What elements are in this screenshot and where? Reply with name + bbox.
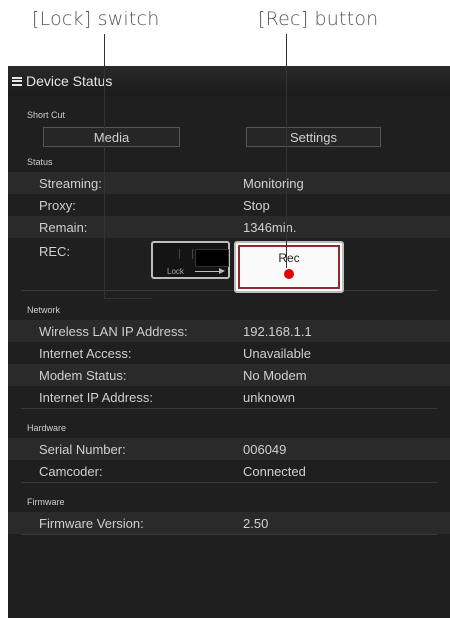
hardware-row-camcoder: Camcoder: Connected xyxy=(8,460,450,482)
row-value: Unavailable xyxy=(243,346,311,361)
row-key: Streaming: xyxy=(39,176,102,191)
row-value: Monitoring xyxy=(243,176,304,191)
status-row-remain: Remain: 1346min. xyxy=(8,216,450,238)
row-key: Firmware Version: xyxy=(39,516,144,531)
status-row-streaming: Streaming: Monitoring xyxy=(8,172,450,194)
section-label-hardware: Hardware xyxy=(27,423,67,433)
lock-grip xyxy=(179,249,193,259)
row-value: Stop xyxy=(243,198,270,213)
row-key: Wireless LAN IP Address: xyxy=(39,324,188,339)
section-label-network: Network xyxy=(27,305,61,315)
row-value: 006049 xyxy=(243,442,287,457)
record-dot-icon xyxy=(284,269,294,279)
status-row-rec: REC: Lock Rec xyxy=(8,238,450,293)
section-label-shortcut: Short Cut xyxy=(27,110,66,120)
leader-line-rec-vertical xyxy=(286,34,287,268)
section-label-firmware: Firmware xyxy=(27,497,65,507)
row-key: Internet IP Address: xyxy=(39,390,153,405)
row-key: Proxy: xyxy=(39,198,76,213)
hardware-row-serial: Serial Number: 006049 xyxy=(8,438,450,460)
row-key: Modem Status: xyxy=(39,368,127,383)
rec-button[interactable]: Rec xyxy=(234,241,344,293)
title-bar: Device Status xyxy=(8,66,450,96)
shortcut-row: Media Settings xyxy=(8,127,450,157)
network-row-internet-ip: Internet IP Address: unknown xyxy=(8,386,450,408)
status-row-proxy: Proxy: Stop xyxy=(8,194,450,216)
row-value: No Modem xyxy=(243,368,307,383)
row-key: Camcoder: xyxy=(39,464,103,479)
page-title: Device Status xyxy=(26,73,113,89)
lock-switch[interactable]: Lock xyxy=(151,241,230,279)
row-key: REC: xyxy=(39,244,71,259)
slide-arrow-icon xyxy=(195,268,225,274)
hamburger-menu-icon[interactable] xyxy=(12,76,22,86)
callout-lock-switch: [Lock] switch xyxy=(32,8,160,30)
row-key: Serial Number: xyxy=(39,442,126,457)
row-value: unknown xyxy=(243,390,296,405)
row-value: 192.168.1.1 xyxy=(243,324,312,339)
media-button[interactable]: Media xyxy=(43,127,180,147)
lock-label: Lock xyxy=(167,267,184,276)
network-row-wlan-ip: Wireless LAN IP Address: 192.168.1.1 xyxy=(8,320,450,342)
section-label-status: Status xyxy=(27,157,53,167)
rec-button-label: Rec xyxy=(278,251,300,265)
row-key: Remain: xyxy=(39,220,88,235)
network-row-modem-status: Modem Status: No Modem xyxy=(8,364,450,386)
row-value: Connected xyxy=(243,464,306,479)
callout-rec-button: [Rec] button xyxy=(258,8,379,30)
row-key: Internet Access: xyxy=(39,346,132,361)
firmware-row-version: Firmware Version: 2.50 xyxy=(8,512,450,534)
leader-line-lock-horizontal xyxy=(104,298,152,299)
row-value: 2.50 xyxy=(243,516,269,531)
device-status-panel: Device Status Short Cut Media Settings S… xyxy=(8,66,450,618)
lock-slider-track xyxy=(195,249,229,267)
row-value: 1346min. xyxy=(243,220,297,235)
leader-line-lock-vertical xyxy=(104,34,105,298)
network-row-internet-access: Internet Access: Unavailable xyxy=(8,342,450,364)
divider xyxy=(21,534,437,535)
settings-button[interactable]: Settings xyxy=(246,127,381,147)
